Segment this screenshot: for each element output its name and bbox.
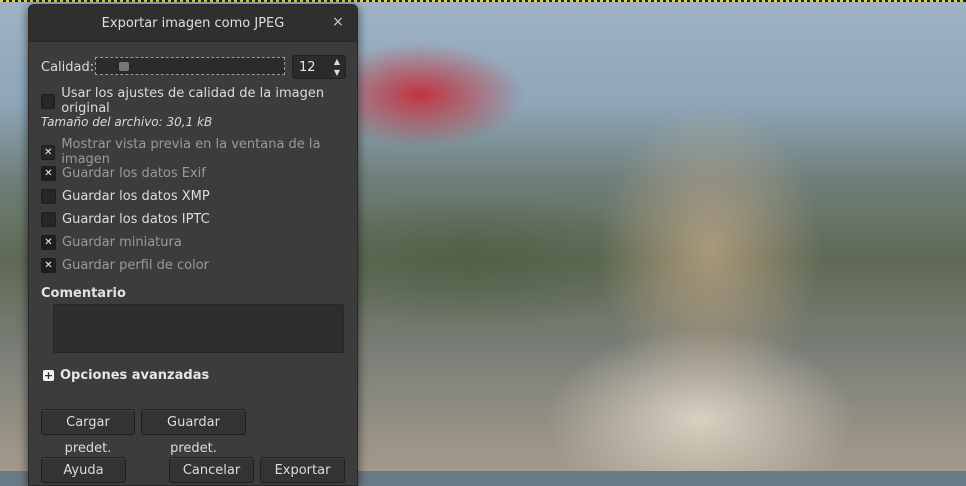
save-defaults-button[interactable]: Guardar predet. — [141, 409, 246, 456]
save-color-profile-checkbox[interactable]: ✕ — [41, 258, 56, 273]
save-thumbnail-label: Guardar miniatura — [62, 235, 182, 250]
comment-title: Comentario — [41, 286, 126, 301]
save-xmp-option[interactable]: Guardar los datos XMP — [41, 189, 210, 204]
export-button[interactable]: Exportar — [260, 457, 345, 483]
save-exif-label: Guardar los datos Exif — [62, 166, 206, 181]
quality-slider[interactable] — [95, 57, 285, 75]
save-exif-option[interactable]: ✕ Guardar los datos Exif — [41, 166, 206, 181]
advanced-options-label: Opciones avanzadas — [60, 368, 210, 383]
comment-textarea[interactable] — [53, 304, 344, 353]
save-color-profile-label: Guardar perfil de color — [62, 258, 210, 273]
quality-spinbox[interactable]: 12 ▲ ▼ — [292, 55, 346, 79]
cancel-button[interactable]: Cancelar — [169, 457, 254, 483]
dialog-title: Exportar imagen como JPEG — [101, 15, 285, 31]
save-iptc-checkbox[interactable] — [41, 212, 56, 227]
use-original-quality-checkbox[interactable] — [41, 93, 56, 109]
save-xmp-checkbox[interactable] — [41, 189, 56, 204]
advanced-options-expander[interactable]: + Opciones avanzadas — [43, 368, 209, 383]
save-thumbnail-option[interactable]: ✕ Guardar miniatura — [41, 235, 182, 250]
save-thumbnail-checkbox[interactable]: ✕ — [41, 235, 56, 250]
export-jpeg-dialog: Exportar imagen como JPEG × Calidad: 12 … — [28, 4, 358, 486]
save-iptc-option[interactable]: Guardar los datos IPTC — [41, 212, 210, 227]
quality-value[interactable]: 12 — [299, 60, 316, 75]
dialog-titlebar[interactable]: Exportar imagen como JPEG × — [29, 5, 357, 42]
quality-slider-thumb[interactable] — [119, 62, 130, 71]
help-button[interactable]: Ayuda — [41, 457, 126, 483]
canvas-selection-border — [0, 0, 966, 2]
close-icon[interactable]: × — [331, 15, 345, 29]
save-color-profile-option[interactable]: ✕ Guardar perfil de color — [41, 258, 209, 273]
use-original-quality-label: Usar los ajustes de calidad de la imagen… — [61, 86, 325, 116]
use-original-quality-option[interactable]: Usar los ajustes de calidad de la imagen… — [41, 86, 357, 116]
save-xmp-label: Guardar los datos XMP — [62, 189, 210, 204]
file-size-label: Tamaño del archivo: 30,1 kB — [41, 115, 213, 129]
quality-label: Calidad: — [41, 60, 95, 75]
plus-icon: + — [43, 369, 54, 382]
save-exif-checkbox[interactable]: ✕ — [41, 166, 56, 181]
show-preview-option[interactable]: ✕ Mostrar vista previa en la ventana de … — [41, 137, 357, 167]
load-defaults-button[interactable]: Cargar predet. — [41, 409, 135, 456]
save-iptc-label: Guardar los datos IPTC — [62, 212, 210, 227]
show-preview-checkbox[interactable]: ✕ — [41, 144, 56, 160]
spin-up-icon[interactable]: ▲ — [331, 57, 343, 67]
spin-down-icon[interactable]: ▼ — [331, 68, 343, 78]
show-preview-label: Mostrar vista previa en la ventana de la… — [61, 137, 321, 167]
